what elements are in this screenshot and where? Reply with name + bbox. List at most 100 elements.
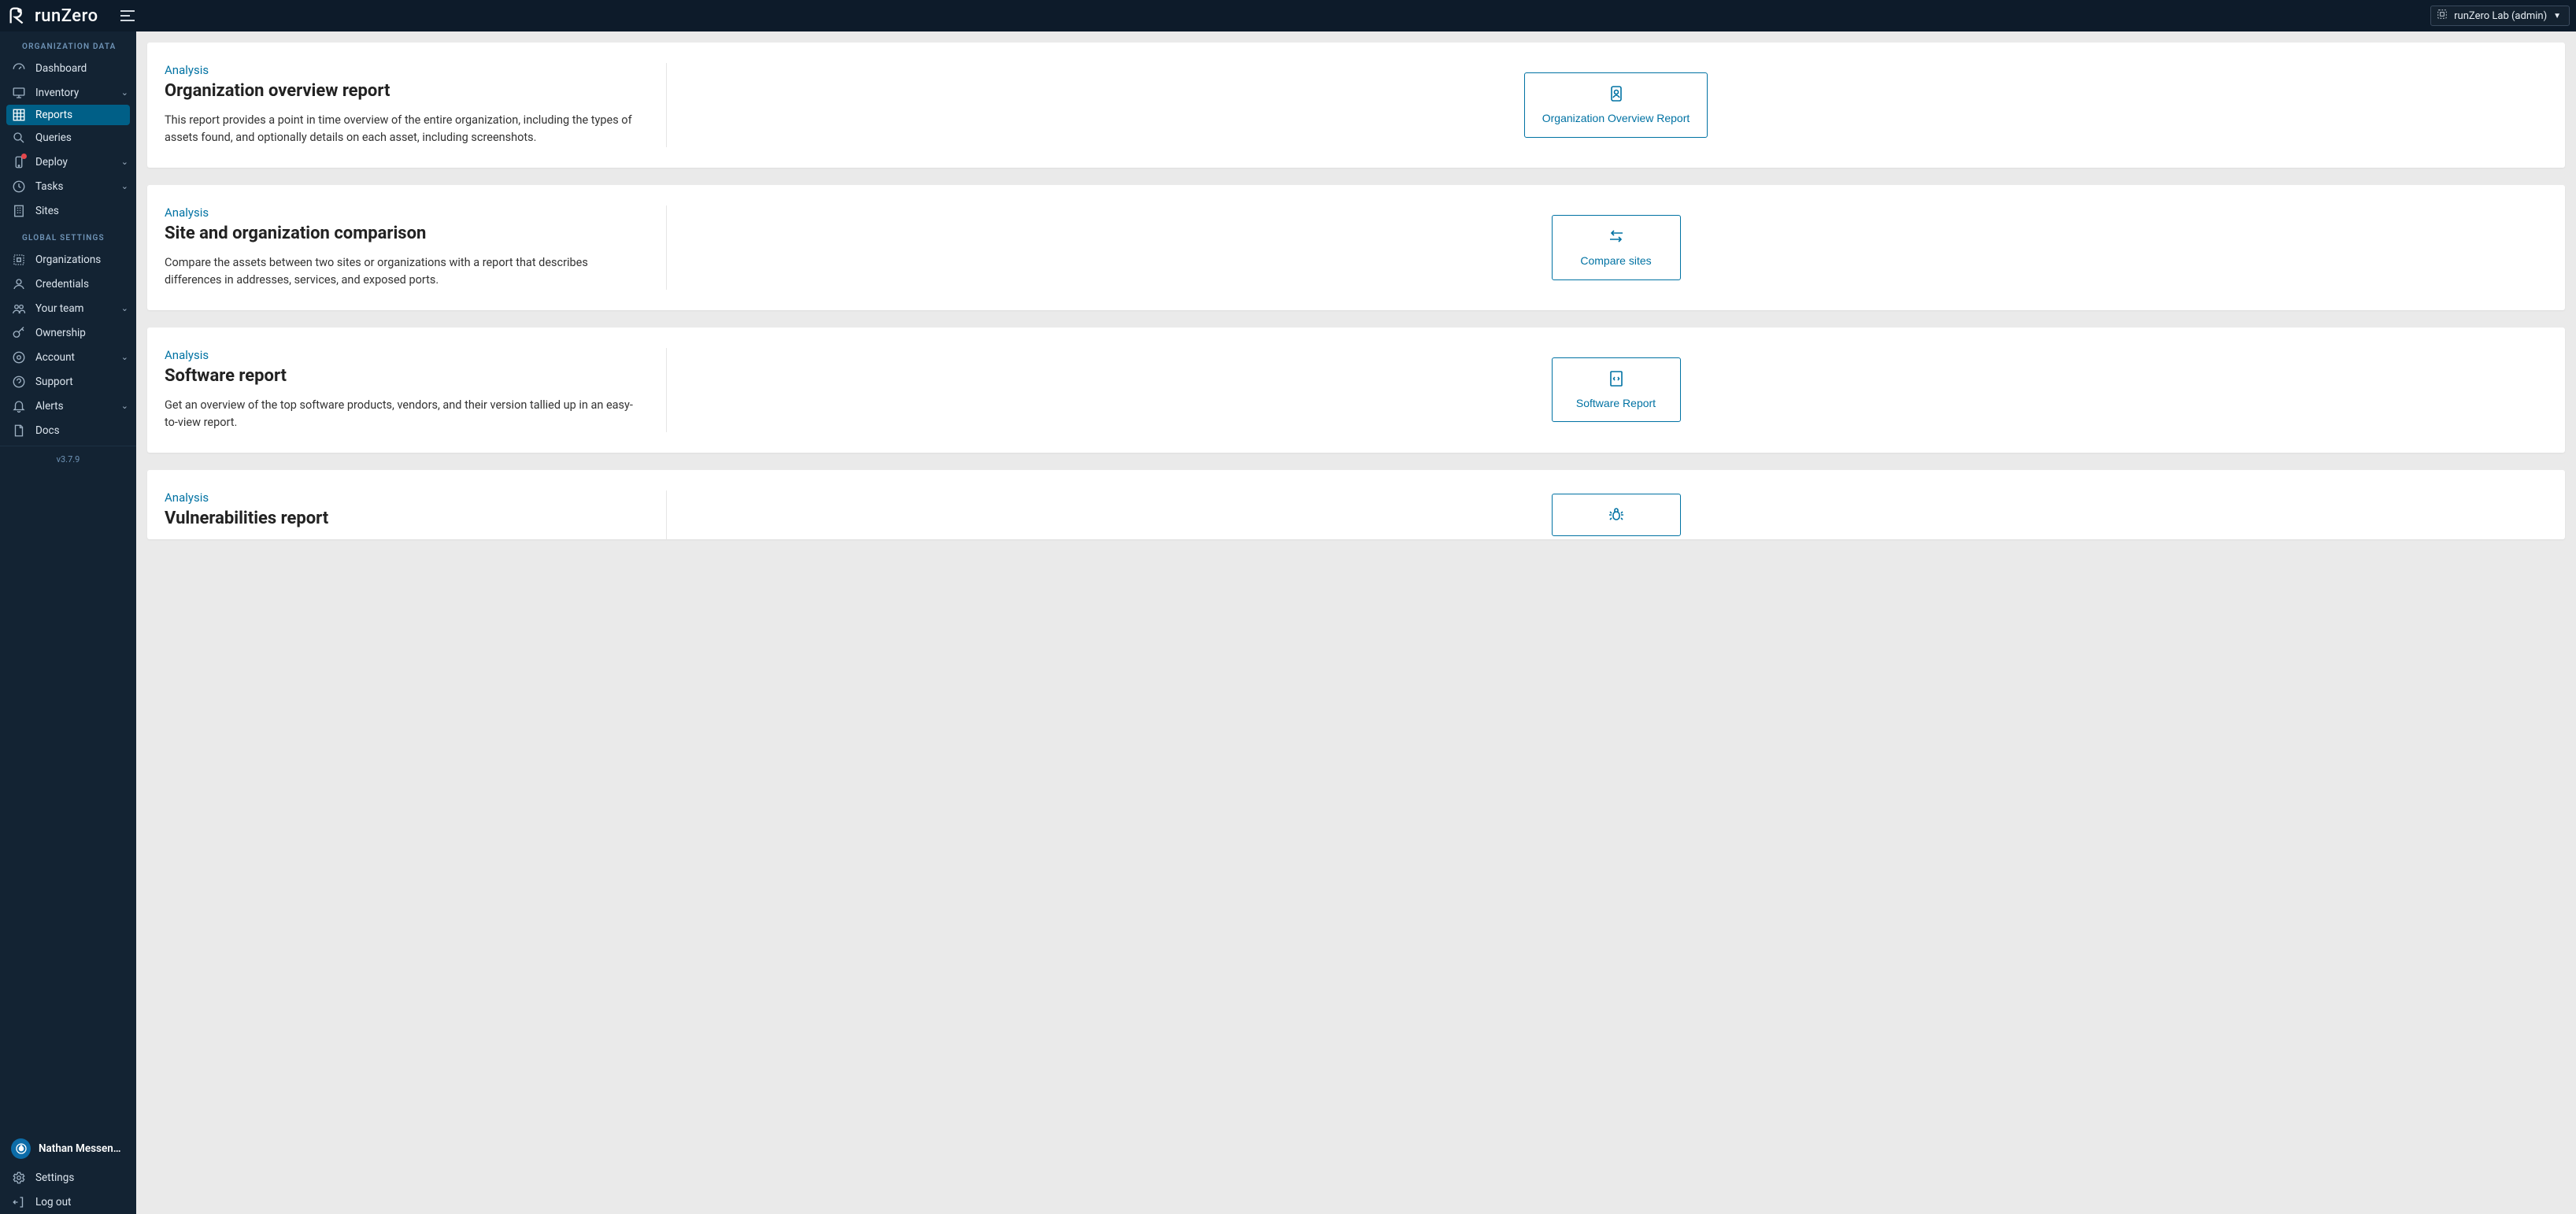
sidebar-item-label: Credentials [35, 278, 128, 291]
tasks-icon [12, 180, 26, 194]
avatar [11, 1138, 31, 1159]
alerts-icon [12, 399, 26, 413]
report-overline: Analysis [165, 490, 644, 505]
compare-sites-button[interactable]: Compare sites [1552, 215, 1681, 279]
report-description: Compare the assets between two sites or … [165, 254, 644, 290]
sidebar-item-credentials[interactable]: Credentials [0, 272, 136, 296]
org-icon [2437, 9, 2448, 23]
organizations-icon [12, 253, 26, 267]
main-content: Analysis Organization overview report Th… [136, 31, 2576, 1214]
support-icon [12, 375, 26, 389]
sidebar: ORGANIZATION DATA Dashboard Inventory ⌄ … [0, 31, 136, 1214]
sidebar-item-reports[interactable]: Reports [6, 105, 130, 125]
report-overline: Analysis [165, 63, 644, 77]
org-switcher-label: runZero Lab (admin) [2454, 10, 2547, 22]
sidebar-item-label: Support [35, 376, 128, 388]
sidebar-item-your-team[interactable]: Your team ⌄ [0, 296, 136, 320]
report-title: Site and organization comparison [165, 224, 644, 243]
sidebar-item-dashboard[interactable]: Dashboard [0, 56, 136, 80]
sidebar-item-label: Tasks [35, 180, 112, 193]
app-version: v3.7.9 [0, 446, 136, 472]
software-report-button[interactable]: Software Report [1552, 357, 1681, 422]
sidebar-item-label: Sites [35, 205, 128, 217]
menu-toggle-icon[interactable] [116, 6, 139, 26]
section-title-org: ORGANIZATION DATA [0, 31, 136, 56]
chevron-down-icon: ⌄ [121, 157, 128, 167]
user-block[interactable]: Nathan Messenger [0, 1132, 136, 1165]
sidebar-item-alerts[interactable]: Alerts ⌄ [0, 394, 136, 418]
logout-icon [12, 1195, 26, 1209]
sidebar-item-ownership[interactable]: Ownership [0, 320, 136, 345]
org-switcher[interactable]: runZero Lab (admin) ▼ [2430, 6, 2570, 26]
sidebar-item-label: Ownership [35, 327, 128, 339]
app-name: runZero [35, 6, 98, 26]
user-name: Nathan Messenger [39, 1142, 125, 1155]
section-title-global: GLOBAL SETTINGS [0, 223, 136, 247]
report-title: Organization overview report [165, 81, 644, 101]
sidebar-item-label: Inventory [35, 87, 112, 99]
notification-dot [21, 154, 27, 159]
ownership-icon [12, 326, 26, 340]
sidebar-item-label: Docs [35, 424, 128, 437]
sidebar-item-settings[interactable]: Settings [0, 1165, 136, 1190]
report-title: Vulnerabilities report [165, 509, 644, 528]
sidebar-item-tasks[interactable]: Tasks ⌄ [0, 174, 136, 198]
vulnerabilities-report-button[interactable] [1552, 494, 1681, 536]
bug-icon [1607, 505, 1626, 524]
account-icon [12, 350, 26, 365]
report-card-vulnerabilities: Analysis Vulnerabilities report [147, 470, 2565, 539]
button-label: Compare sites [1580, 254, 1651, 268]
report-card-site-comparison: Analysis Site and organization compariso… [147, 185, 2565, 310]
docs-icon [12, 424, 26, 438]
sidebar-item-label: Log out [35, 1196, 128, 1208]
report-title: Software report [165, 366, 644, 386]
sidebar-item-label: Dashboard [35, 62, 128, 75]
sidebar-item-label: Your team [35, 302, 112, 315]
dashboard-icon [12, 61, 26, 76]
sidebar-item-label: Reports [35, 109, 122, 121]
logo-icon [6, 4, 30, 28]
settings-icon [12, 1171, 26, 1185]
sidebar-item-label: Settings [35, 1171, 128, 1184]
queries-icon [12, 131, 26, 145]
sidebar-item-deploy[interactable]: Deploy ⌄ [0, 150, 136, 174]
button-label: Organization Overview Report [1542, 111, 1690, 125]
badge-id-icon [1607, 84, 1626, 103]
chevron-down-icon: ⌄ [121, 352, 128, 362]
report-card-software: Analysis Software report Get an overview… [147, 328, 2565, 453]
topbar: runZero runZero Lab (admin) ▼ [0, 0, 2576, 31]
sidebar-item-organizations[interactable]: Organizations [0, 247, 136, 272]
sidebar-item-label: Deploy [35, 156, 112, 168]
app-logo[interactable]: runZero [6, 4, 98, 28]
sidebar-item-account[interactable]: Account ⌄ [0, 345, 136, 369]
swap-arrows-icon [1607, 227, 1626, 246]
sidebar-item-sites[interactable]: Sites [0, 198, 136, 223]
inventory-icon [12, 86, 26, 100]
sidebar-item-queries[interactable]: Queries [0, 125, 136, 150]
sidebar-item-label: Account [35, 351, 112, 364]
sidebar-item-label: Queries [35, 131, 128, 144]
sidebar-item-docs[interactable]: Docs [0, 418, 136, 442]
button-label: Software Report [1576, 396, 1656, 410]
reports-icon [12, 108, 26, 122]
report-overline: Analysis [165, 205, 644, 220]
credentials-icon [12, 277, 26, 291]
sidebar-item-inventory[interactable]: Inventory ⌄ [0, 80, 136, 105]
caret-down-icon: ▼ [2553, 12, 2561, 20]
chevron-down-icon: ⌄ [121, 401, 128, 411]
report-description: This report provides a point in time ove… [165, 112, 644, 147]
code-doc-icon [1607, 369, 1626, 388]
sidebar-item-logout[interactable]: Log out [0, 1190, 136, 1214]
report-card-org-overview: Analysis Organization overview report Th… [147, 43, 2565, 168]
org-overview-report-button[interactable]: Organization Overview Report [1524, 72, 1708, 137]
chevron-down-icon: ⌄ [121, 181, 128, 191]
sidebar-item-label: Organizations [35, 254, 128, 266]
chevron-down-icon: ⌄ [121, 303, 128, 313]
report-overline: Analysis [165, 348, 644, 362]
sidebar-item-label: Alerts [35, 400, 112, 413]
report-description: Get an overview of the top software prod… [165, 397, 644, 432]
sidebar-item-support[interactable]: Support [0, 369, 136, 394]
team-icon [12, 302, 26, 316]
sites-icon [12, 204, 26, 218]
chevron-down-icon: ⌄ [121, 87, 128, 98]
